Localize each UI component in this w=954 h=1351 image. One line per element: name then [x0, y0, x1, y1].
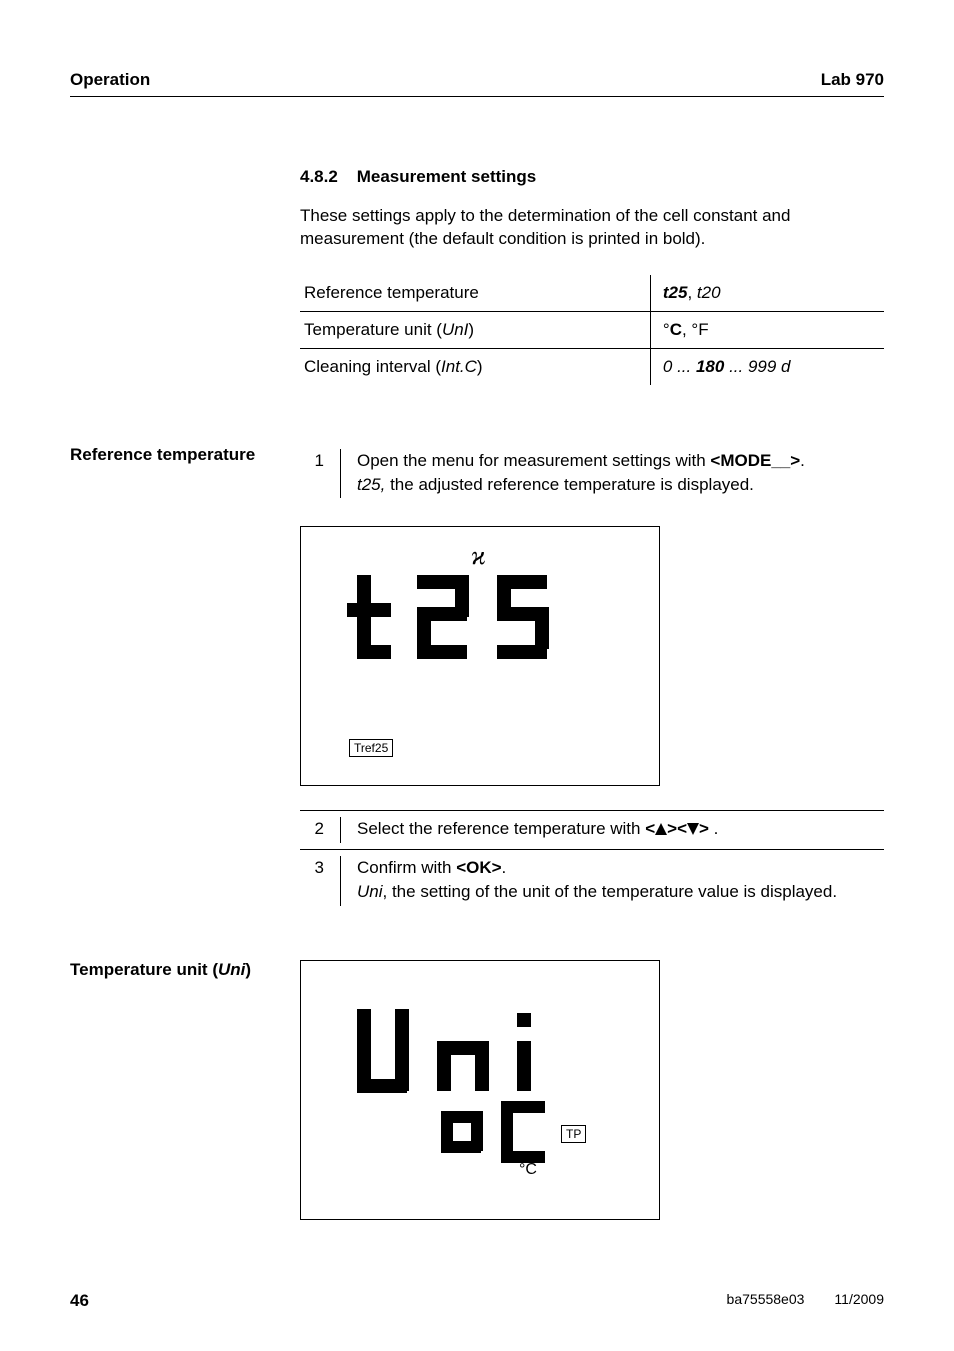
doc-date: 11/2009 — [834, 1291, 884, 1311]
tref25-badge: Tref25 — [349, 739, 393, 757]
temperature-unit-label: Temperature unit (Uni) — [70, 960, 270, 980]
page-header: Operation Lab 970 — [70, 70, 884, 97]
table-row: Temperature unit (UnI) °C, °F — [300, 311, 884, 348]
section-block: 4.8.2 Measurement settings These setting… — [70, 167, 884, 435]
seven-segment-oc — [441, 1101, 561, 1171]
section-title-text: Measurement settings — [357, 167, 537, 186]
page-footer: 46 ba75558e03 11/2009 — [70, 1291, 884, 1311]
header-left: Operation — [70, 70, 150, 90]
ok-button-text: <OK> — [456, 858, 501, 877]
reference-temperature-label: Reference temperature — [70, 445, 270, 465]
settings-key: Cleaning interval (Int.C) — [300, 348, 650, 385]
step-separator — [340, 856, 341, 906]
temperature-unit-block: Temperature unit (Uni) — [70, 960, 884, 1220]
step-2: 2 Select the reference temperature with … — [300, 813, 884, 847]
seven-segment-uni — [347, 1001, 627, 1096]
header-right: Lab 970 — [821, 70, 884, 90]
settings-value: °C, °F — [650, 311, 884, 348]
section-heading: 4.8.2 Measurement settings — [300, 167, 884, 187]
doc-id: ba75558e03 — [727, 1291, 805, 1311]
mode-button-text: <MODE__> — [710, 451, 800, 470]
step-separator — [340, 449, 341, 499]
section-intro: These settings apply to the determinatio… — [300, 205, 884, 251]
lcd-main-value — [347, 567, 577, 677]
seven-segment-t25 — [347, 567, 577, 662]
page-number: 46 — [70, 1291, 89, 1311]
step-body: Select the reference temperature with <>… — [357, 817, 884, 843]
settings-table: Reference temperature t25, t20 Temperatu… — [300, 275, 884, 385]
table-row: Reference temperature t25, t20 — [300, 275, 884, 312]
section-number: 4.8.2 — [300, 167, 338, 186]
step-separator — [340, 817, 341, 843]
lcd-display-t25: ϰ — [300, 526, 660, 786]
step-number: 1 — [300, 449, 324, 473]
triangle-up-icon — [655, 823, 667, 835]
step-1: 1 Open the menu for measurement settings… — [300, 445, 884, 503]
divider — [300, 849, 884, 850]
reference-temperature-block: Reference temperature 1 Open the menu fo… — [70, 445, 884, 910]
tp-badge: TP — [561, 1125, 586, 1143]
degc-label: °C — [519, 1161, 537, 1179]
up-arrow-key: <> — [645, 819, 677, 838]
settings-value: 0 ... 180 ... 999 d — [650, 348, 884, 385]
down-arrow-key: <> — [677, 819, 709, 838]
step-body: Confirm with <OK>. Uni, the setting of t… — [357, 856, 884, 906]
triangle-down-icon — [687, 823, 699, 835]
settings-value: t25, t20 — [650, 275, 884, 312]
step-body: Open the menu for measurement settings w… — [357, 449, 884, 499]
divider — [300, 810, 884, 811]
table-row: Cleaning interval (Int.C) 0 ... 180 ... … — [300, 348, 884, 385]
settings-key: Reference temperature — [300, 275, 650, 312]
step-3: 3 Confirm with <OK>. Uni, the setting of… — [300, 852, 884, 910]
lcd-sub-value — [441, 1101, 561, 1181]
lcd-display-uni: °C TP — [300, 960, 660, 1220]
lcd-main-value — [347, 1001, 627, 1111]
step-number: 3 — [300, 856, 324, 880]
settings-key: Temperature unit (UnI) — [300, 311, 650, 348]
step-number: 2 — [300, 817, 324, 841]
